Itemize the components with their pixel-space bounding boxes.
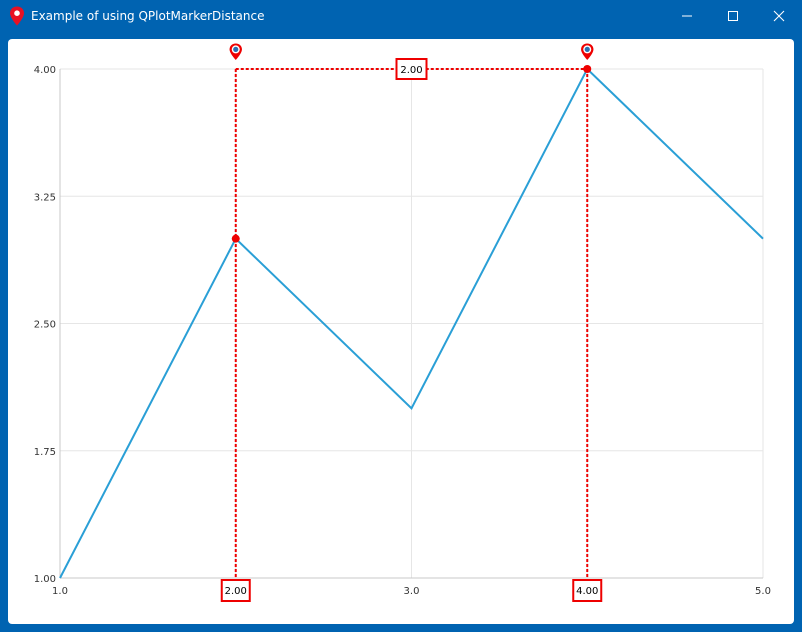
marker-pin-icon xyxy=(581,43,594,60)
distance-label: 2.00 xyxy=(400,65,422,76)
app-window: Example of using QPlotMarkerDistance 1.0… xyxy=(0,0,802,632)
maximize-icon xyxy=(728,11,738,21)
x-tick-label: 5.0 xyxy=(755,586,771,597)
marker-pin-center xyxy=(584,46,590,52)
y-tick-label: 4.00 xyxy=(34,65,56,76)
marker-x-label: 4.00 xyxy=(576,586,598,597)
y-tick-label: 3.25 xyxy=(34,192,56,203)
minimize-button[interactable] xyxy=(664,0,710,32)
maximize-button[interactable] xyxy=(710,0,756,32)
close-icon xyxy=(773,10,785,22)
line-chart[interactable]: 1.00 1.75 2.50 3.25 4.00 1.0 3.0 5.0 2.00 4.00 2.… xyxy=(8,39,794,624)
marker-pin-center xyxy=(233,46,239,52)
minimize-icon xyxy=(682,15,692,17)
y-tick-label: 1.75 xyxy=(34,447,56,458)
x-tick-label: 1.0 xyxy=(52,586,68,597)
x-tick-label: 3.0 xyxy=(404,586,420,597)
map-pin-icon xyxy=(10,6,24,26)
title-bar[interactable]: Example of using QPlotMarkerDistance xyxy=(0,0,802,32)
marker-x-label: 2.00 xyxy=(225,586,247,597)
marker-point xyxy=(231,234,240,243)
window-title: Example of using QPlotMarkerDistance xyxy=(31,9,265,23)
y-tick-label: 2.50 xyxy=(34,320,56,331)
y-tick-label: 1.00 xyxy=(34,574,56,585)
close-button[interactable] xyxy=(756,0,802,32)
plot-area[interactable]: 1.00 1.75 2.50 3.25 4.00 1.0 3.0 5.0 2.00 4.00 2.… xyxy=(8,39,794,624)
marker-pin-icon xyxy=(229,43,242,60)
